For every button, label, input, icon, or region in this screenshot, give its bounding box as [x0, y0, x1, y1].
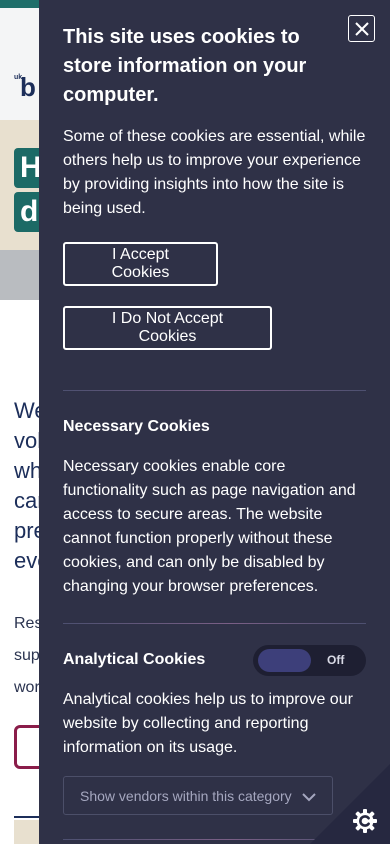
corner-background — [310, 764, 390, 844]
section-divider — [63, 623, 366, 624]
analytical-cookies-description: Analytical cookies help us to improve ou… — [63, 691, 353, 756]
cookie-panel-title: This site uses cookies to store informat… — [63, 26, 307, 106]
decline-cookies-button[interactable]: I Do Not Accept Cookies — [63, 306, 272, 350]
section-divider — [63, 390, 366, 391]
analytical-cookies-toggle[interactable]: Off — [253, 645, 366, 676]
toggle-knob — [258, 649, 311, 672]
toggle-state-label: Off — [327, 653, 345, 667]
show-vendors-button[interactable]: Show vendors within this category — [63, 776, 333, 815]
show-vendors-label: Show vendors within this category — [80, 787, 292, 804]
cookie-panel-intro: Some of these cookies are essential, whi… — [63, 128, 366, 217]
close-icon — [354, 21, 369, 36]
cookie-settings-button[interactable] — [310, 764, 390, 844]
analytical-cookies-title: Analytical Cookies — [63, 651, 206, 668]
cookie-consent-panel: This site uses cookies to store informat… — [39, 0, 390, 844]
close-button[interactable] — [348, 15, 375, 42]
necessary-cookies-title: Necessary Cookies — [63, 418, 210, 435]
cookie-settings-icon — [353, 809, 377, 833]
logo-letter: b — [20, 72, 36, 102]
accept-cookies-button[interactable]: I Accept Cookies — [63, 242, 218, 286]
necessary-cookies-description: Necessary cookies enable core functional… — [63, 458, 356, 595]
